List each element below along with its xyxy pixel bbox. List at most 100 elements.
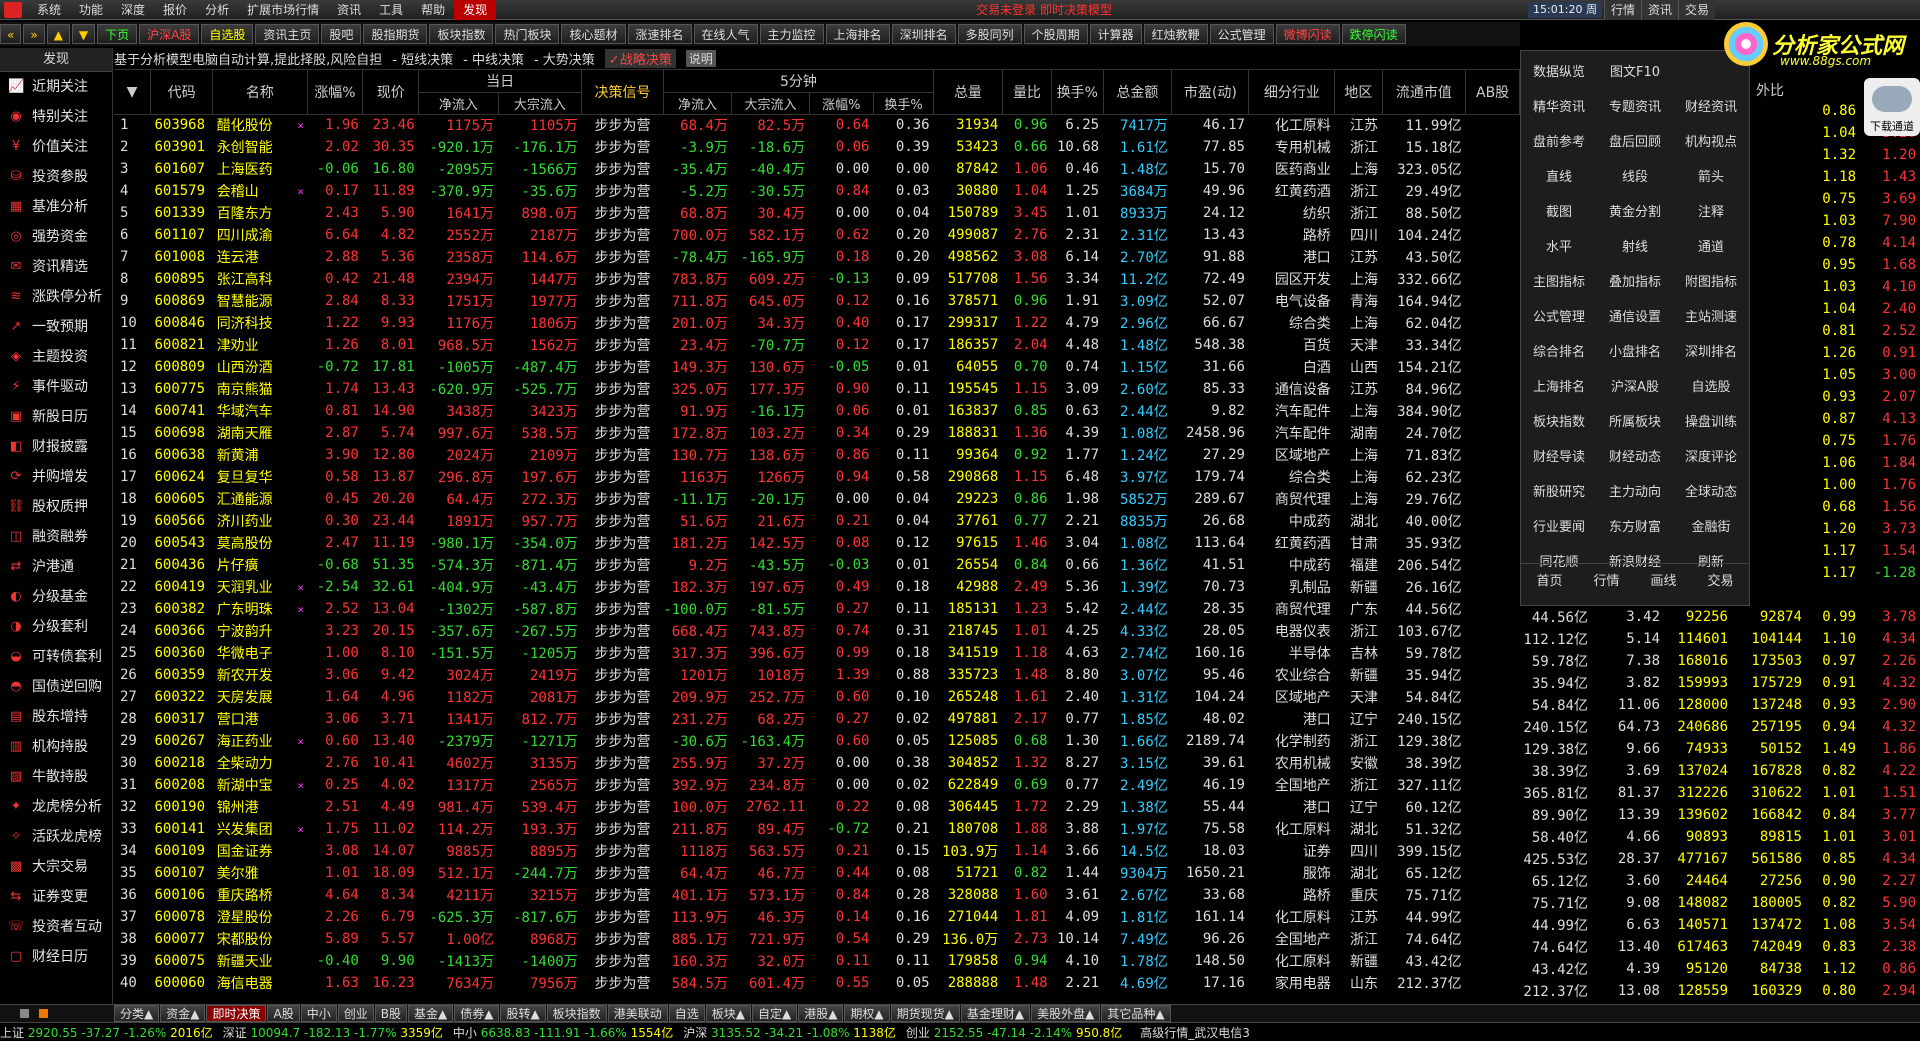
floating-menu-item[interactable]: 专题资讯	[1597, 90, 1673, 125]
market-tab[interactable]: 自定▲	[751, 1005, 798, 1022]
table-row[interactable]: 1 603968 醋化股份 × 1.96 23.46 1175万 1105万 步步为营 68.4万…	[114, 114, 1520, 136]
floating-menu-footer-item[interactable]: 交易	[1692, 564, 1749, 599]
table-row[interactable]: 35 600107 美尔雅 1.01 18.09 512.1万 -244.7万 步步为营 64.…	[114, 862, 1520, 884]
forward-icon[interactable]: »	[23, 24, 45, 44]
table-row[interactable]: 8 600895 张江高科 0.42 21.48 2394万 1447万 步步为营 783.8万…	[114, 268, 1520, 290]
table-row[interactable]: 20 600543 莫高股份 2.47 11.19 -980.1万 -354.0万 步步为营 1…	[114, 532, 1520, 554]
right-bottom-row[interactable]: 365.81亿 81.37 312226 310622 1.01 1.51	[1520, 782, 1920, 804]
floating-menu-item[interactable]: 截图	[1521, 195, 1597, 230]
sidebar-item[interactable]: ▣ 新股日历	[0, 402, 112, 432]
table-row[interactable]: 15 600698 湖南天雁 2.87 5.74 997.6万 538.5万 步步为营 172.…	[114, 422, 1520, 444]
floating-menu-item[interactable]: 直线	[1521, 160, 1597, 195]
view-toggle-alt-icon[interactable]	[39, 1009, 48, 1018]
status-zx[interactable]: 中小 6638.83 -111.91 -1.66% 1554亿	[453, 1024, 673, 1041]
floating-menu-item[interactable]: 主站测速	[1673, 300, 1749, 335]
floating-menu-item[interactable]: 公式管理	[1521, 300, 1597, 335]
floating-menu-footer-item[interactable]: 画线	[1635, 564, 1692, 599]
up-arrow-icon[interactable]: ▲	[46, 24, 70, 44]
floating-menu-item[interactable]: 机构视点	[1673, 125, 1749, 160]
top-tab-news[interactable]: 资讯	[1641, 0, 1679, 20]
table-row[interactable]: 40 600060 海信电器 1.63 16.23 7634万 7956万 步步为营 584.5…	[114, 972, 1520, 994]
menu-analysis[interactable]: 分析	[196, 0, 238, 20]
status-cy[interactable]: 创业 2152.55 -47.14 -2.14% 950.8亿	[906, 1024, 1122, 1041]
forum-button[interactable]: 股吧	[321, 24, 362, 44]
floating-menu-item[interactable]: 主图指标	[1521, 265, 1597, 300]
table-row[interactable]: 11 600821 津劝业 1.26 8.01 968.5万 1562万 步步为营 23.4万 -…	[114, 334, 1520, 356]
floating-menu-item[interactable]: 财经动态	[1597, 440, 1673, 475]
col-price[interactable]: 现价	[362, 70, 420, 115]
hot-sectors-button[interactable]: 热门板块	[495, 24, 560, 44]
floating-menu-item[interactable]: 小盘排名	[1597, 335, 1673, 370]
table-row[interactable]: 13 600775 南京熊猫 1.74 13.43 -620.9万 -525.7万 步步为营 3…	[114, 378, 1520, 400]
right-bottom-row[interactable]: 129.38亿 9.66 74933 50152 1.49 1.86	[1520, 738, 1920, 760]
sidebar-item[interactable]: ◫ 融资融券	[0, 522, 112, 552]
floating-menu-item[interactable]: 沪深A股	[1597, 370, 1673, 405]
sidebar-item[interactable]: ▩ 大宗交易	[0, 852, 112, 882]
right-bottom-row[interactable]: 43.42亿 4.39 95120 84738 1.12 0.86	[1520, 958, 1920, 980]
floating-menu-item[interactable]: 黄金分割	[1597, 195, 1673, 230]
candle-teacher-button[interactable]: 红烛教鞭	[1143, 24, 1208, 44]
sidebar-item[interactable]: ◑ 分级套利	[0, 612, 112, 642]
menu-discover[interactable]: 发现	[454, 0, 497, 20]
table-row[interactable]: 16 600638 新黄浦 3.90 12.80 2024万 2109万 步步为营 130.7万…	[114, 444, 1520, 466]
right-bottom-row[interactable]: 44.99亿 6.63 140571 137472 1.08 3.54	[1520, 914, 1920, 936]
sidebar-item[interactable]: ≋ 涨跌停分析	[0, 282, 112, 312]
market-tab[interactable]: 期权▲	[844, 1005, 890, 1022]
col-amount[interactable]: 总金额	[1103, 70, 1173, 115]
sidebar-item[interactable]: ⟳ 并购增发	[0, 462, 112, 492]
table-row[interactable]: 2 603901 永创智能 2.02 30.35 -920.1万 -176.1万 步步为营 -3…	[114, 136, 1520, 158]
market-tab[interactable]: B股	[374, 1005, 407, 1022]
table-row[interactable]: 21 600436 片仔癀 -0.68 51.35 -574.3万 -871.4万 步步为营 9…	[114, 554, 1520, 576]
floating-menu-item[interactable]: 操盘训练	[1673, 405, 1749, 440]
floating-menu-item[interactable]: 图文F10	[1597, 55, 1673, 90]
short-term-radio[interactable]: - 短线决策	[392, 49, 453, 68]
table-row[interactable]: 39 600075 新疆天业 -0.40 9.90 -1413万 -1400万 步步为营 160…	[114, 950, 1520, 972]
table-row[interactable]: 37 600078 澄星股份 2.26 6.79 -625.3万 -817.6万 步步为营 11…	[114, 906, 1520, 928]
floating-menu-item[interactable]: 财经导读	[1521, 440, 1597, 475]
col-net-inflow-5m[interactable]: 净流入	[663, 92, 733, 115]
sidebar-item[interactable]: ☏ 投资者互动	[0, 912, 112, 942]
table-row[interactable]: 7 601008 连云港 2.88 5.36 2358万 114.6万 步步为营 -78.4万 -…	[114, 246, 1520, 268]
right-bottom-row[interactable]: 59.78亿 7.38 168016 173503 0.97 2.26	[1520, 650, 1920, 672]
news-home-button[interactable]: 资讯主页	[255, 24, 320, 44]
view-toggle-icon[interactable]	[20, 1009, 29, 1018]
sidebar-item[interactable]: ⇄ 沪港通	[0, 552, 112, 582]
market-tab[interactable]: 港股▲	[798, 1005, 844, 1022]
table-row[interactable]: 10 600846 同济科技 1.22 9.93 1176万 1806万 步步为营 201.0万…	[114, 312, 1520, 334]
right-bottom-row[interactable]: 240.15亿 64.73 240686 257195 0.94 4.32	[1520, 716, 1920, 738]
sidebar-item[interactable]: ◓ 国债逆回购	[0, 672, 112, 702]
core-themes-button[interactable]: 核心题材	[561, 24, 626, 44]
table-row[interactable]: 34 600109 国金证券 3.08 14.07 9885万 8895万 步步为营 1118万…	[114, 840, 1520, 862]
floating-menu-item[interactable]: 盘后回顾	[1597, 125, 1673, 160]
sidebar-item[interactable]: ◒ 可转债套利	[0, 642, 112, 672]
col-signal[interactable]: 决策信号	[581, 70, 664, 115]
right-bottom-row[interactable]: 44.56亿 3.42 92256 92874 0.99 3.78	[1520, 606, 1920, 628]
floating-menu-item[interactable]: 线段	[1597, 160, 1673, 195]
table-row[interactable]: 9 600869 智慧能源 2.84 8.33 1751万 1977万 步步为营 711.8万 6…	[114, 290, 1520, 312]
table-row[interactable]: 26 600359 新农开发 3.06 9.42 3024万 2419万 步步为营 1201万 1…	[114, 664, 1520, 686]
market-tab[interactable]: 股转▲	[500, 1005, 546, 1022]
status-sz[interactable]: 深证 10094.7 -182.13 -1.77% 3359亿	[223, 1024, 443, 1041]
floating-menu-item[interactable]: 东方财富	[1597, 510, 1673, 545]
table-row[interactable]: 6 601107 四川成渝 6.64 4.82 2552万 2187万 步步为营 700.0万 5…	[114, 224, 1520, 246]
floating-menu-item[interactable]: 盘前参考	[1521, 125, 1597, 160]
floating-menu-item[interactable]: 射线	[1597, 230, 1673, 265]
table-row[interactable]: 5 601339 百隆东方 2.43 5.90 1641万 898.0万 步步为营 68.8万 3…	[114, 202, 1520, 224]
table-row[interactable]: 30 600218 全柴动力 2.76 10.41 4602万 3135万 步步为营 255.9…	[114, 752, 1520, 774]
speed-rank-button[interactable]: 涨速排名	[627, 24, 692, 44]
sidebar-item[interactable]: ▢ 财经日历	[0, 942, 112, 972]
sidebar-item[interactable]: ✉ 资讯精选	[0, 252, 112, 282]
market-tab[interactable]: 中小	[300, 1005, 337, 1022]
floating-menu-item[interactable]: 水平	[1521, 230, 1597, 265]
market-tab[interactable]: 其它品种▲	[1101, 1005, 1171, 1022]
col-turnover-5m[interactable]: 换手%	[873, 92, 935, 115]
floating-menu-item[interactable]: 金融街	[1673, 510, 1749, 545]
table-row[interactable]: 33 600141 兴发集团 × 1.75 11.02 114.2万 193.3万 步步为营 21…	[114, 818, 1520, 840]
market-tab[interactable]: A股	[267, 1005, 300, 1022]
market-tab[interactable]: 即时决策	[206, 1005, 267, 1022]
strategy-radio[interactable]: ✓战略决策	[604, 49, 676, 68]
table-row[interactable]: 29 600267 海正药业 × 0.60 13.40 -2379万 -1271万 步步为营 -3…	[114, 730, 1520, 752]
floating-menu-item[interactable]: 新股研究	[1521, 475, 1597, 510]
market-tab[interactable]: 板块▲	[705, 1005, 751, 1022]
next-page-button[interactable]: 下页	[97, 24, 138, 44]
